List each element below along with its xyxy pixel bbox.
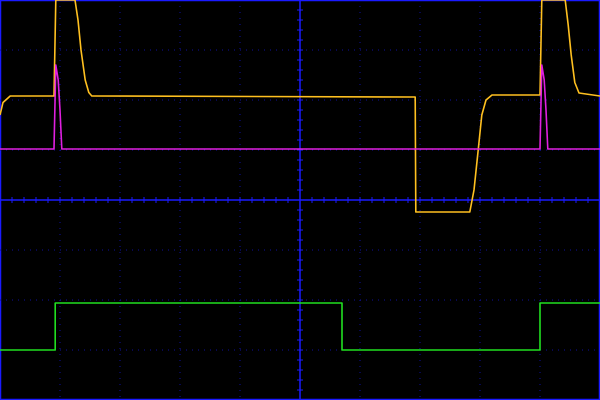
oscilloscope-display	[0, 0, 600, 400]
graticule	[0, 0, 600, 400]
